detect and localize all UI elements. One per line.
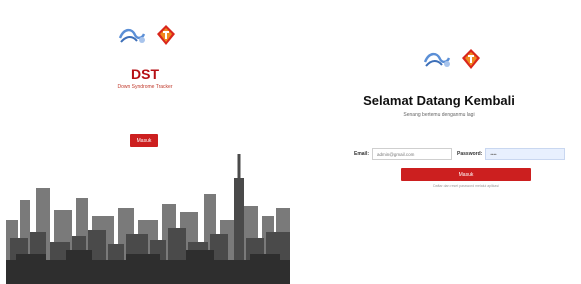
logo-mascot-icon <box>462 49 480 69</box>
login-form: Email: Password: <box>354 148 566 160</box>
logo-wave-icon <box>423 52 451 67</box>
login-logo <box>423 48 481 70</box>
app-title: DST <box>131 66 159 82</box>
logo-mascot-icon <box>157 25 175 45</box>
register-hint: Daftar dan reset password melalui aplika… <box>433 184 499 188</box>
landing-panel: DST Down Syndrome Tracker Masuk <box>0 0 290 284</box>
email-label: Email: <box>354 151 370 157</box>
app-subtitle: Down Syndrome Tracker <box>117 84 173 90</box>
login-panel: Selamat Datang Kembali Senang bertemu de… <box>297 0 581 284</box>
logo-wave-icon <box>118 28 146 43</box>
app-logo <box>118 24 176 46</box>
welcome-subheading: Senang bertemu denganmu lagi <box>403 112 475 118</box>
enter-button[interactable]: Masuk <box>130 134 158 147</box>
login-button[interactable]: Masuk <box>401 168 531 181</box>
email-field[interactable] <box>372 148 453 160</box>
skyline-illustration <box>6 154 290 284</box>
password-label: Password: <box>457 151 483 157</box>
welcome-heading: Selamat Datang Kembali <box>363 93 515 108</box>
password-field[interactable] <box>485 148 566 160</box>
